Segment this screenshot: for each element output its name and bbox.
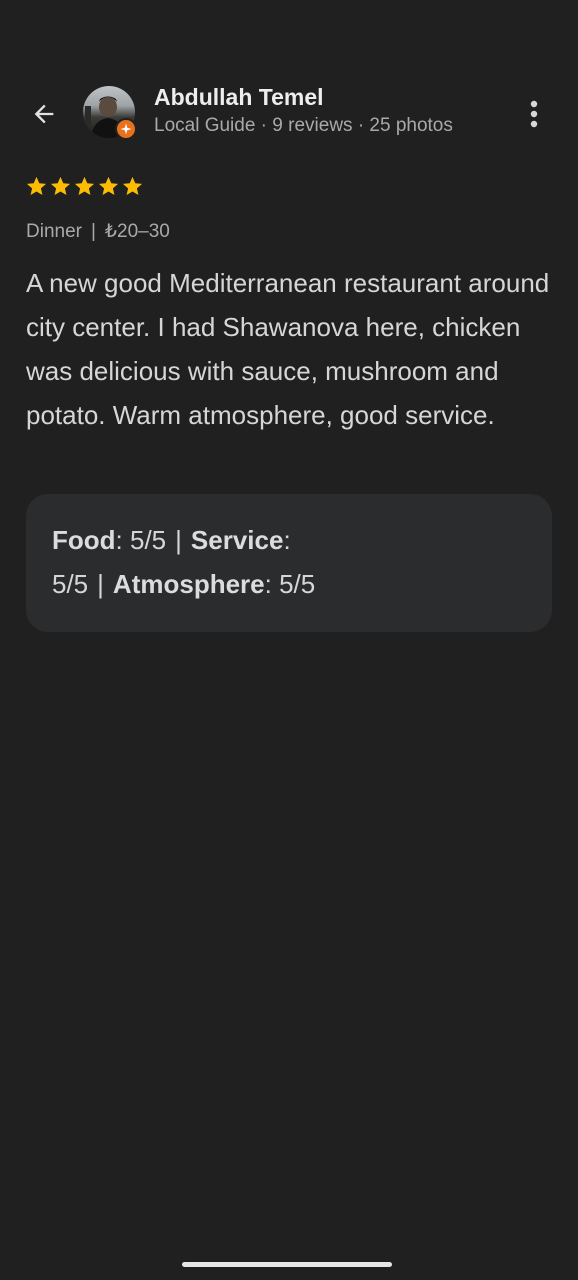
review-detail-screen: Abdullah Temel Local Guide · 9 reviews ·…: [0, 0, 578, 1280]
service-label: Service: [190, 525, 284, 555]
atmosphere-label: Atmosphere: [112, 569, 265, 599]
review-header: Abdullah Temel Local Guide · 9 reviews ·…: [0, 84, 578, 144]
star-icon: [26, 176, 47, 196]
star-icon: [50, 176, 71, 196]
star-icon: [98, 176, 119, 196]
food-value: 5/5: [129, 525, 167, 555]
tag-separator: |: [90, 221, 96, 242]
user-name[interactable]: Abdullah Temel: [154, 84, 324, 111]
star-icon: [74, 176, 95, 196]
star-icon: [122, 176, 143, 196]
home-indicator[interactable]: [182, 1262, 392, 1267]
avatar[interactable]: [83, 86, 137, 140]
star-rating: [25, 175, 144, 199]
review-text: A new good Mediterranean restaurant arou…: [26, 268, 550, 430]
food-label: Food: [52, 525, 116, 555]
ratings-summary: Food: 5/5 | Service: 5/5 | Atmosphere: 5/5: [52, 525, 316, 599]
atmosphere-value: 5/5: [279, 569, 316, 599]
more-options-button[interactable]: [516, 94, 552, 134]
ratings-separator: |: [97, 569, 104, 599]
back-button[interactable]: [24, 94, 64, 134]
ratings-card: Food: 5/5 | Service: 5/5 | Atmosphere: 5/5: [26, 494, 552, 632]
ratings-separator: |: [175, 525, 182, 555]
arrow-back-icon: [34, 104, 54, 124]
review-tags: Dinner | ₺20–30: [26, 220, 170, 243]
service-value: 5/5: [52, 569, 89, 599]
local-guide-badge-icon: [115, 118, 137, 140]
more-vert-icon: [530, 100, 538, 128]
meal-type: Dinner: [26, 221, 82, 242]
price-range: ₺20–30: [104, 221, 170, 242]
user-meta: Local Guide · 9 reviews · 25 photos: [154, 115, 453, 136]
